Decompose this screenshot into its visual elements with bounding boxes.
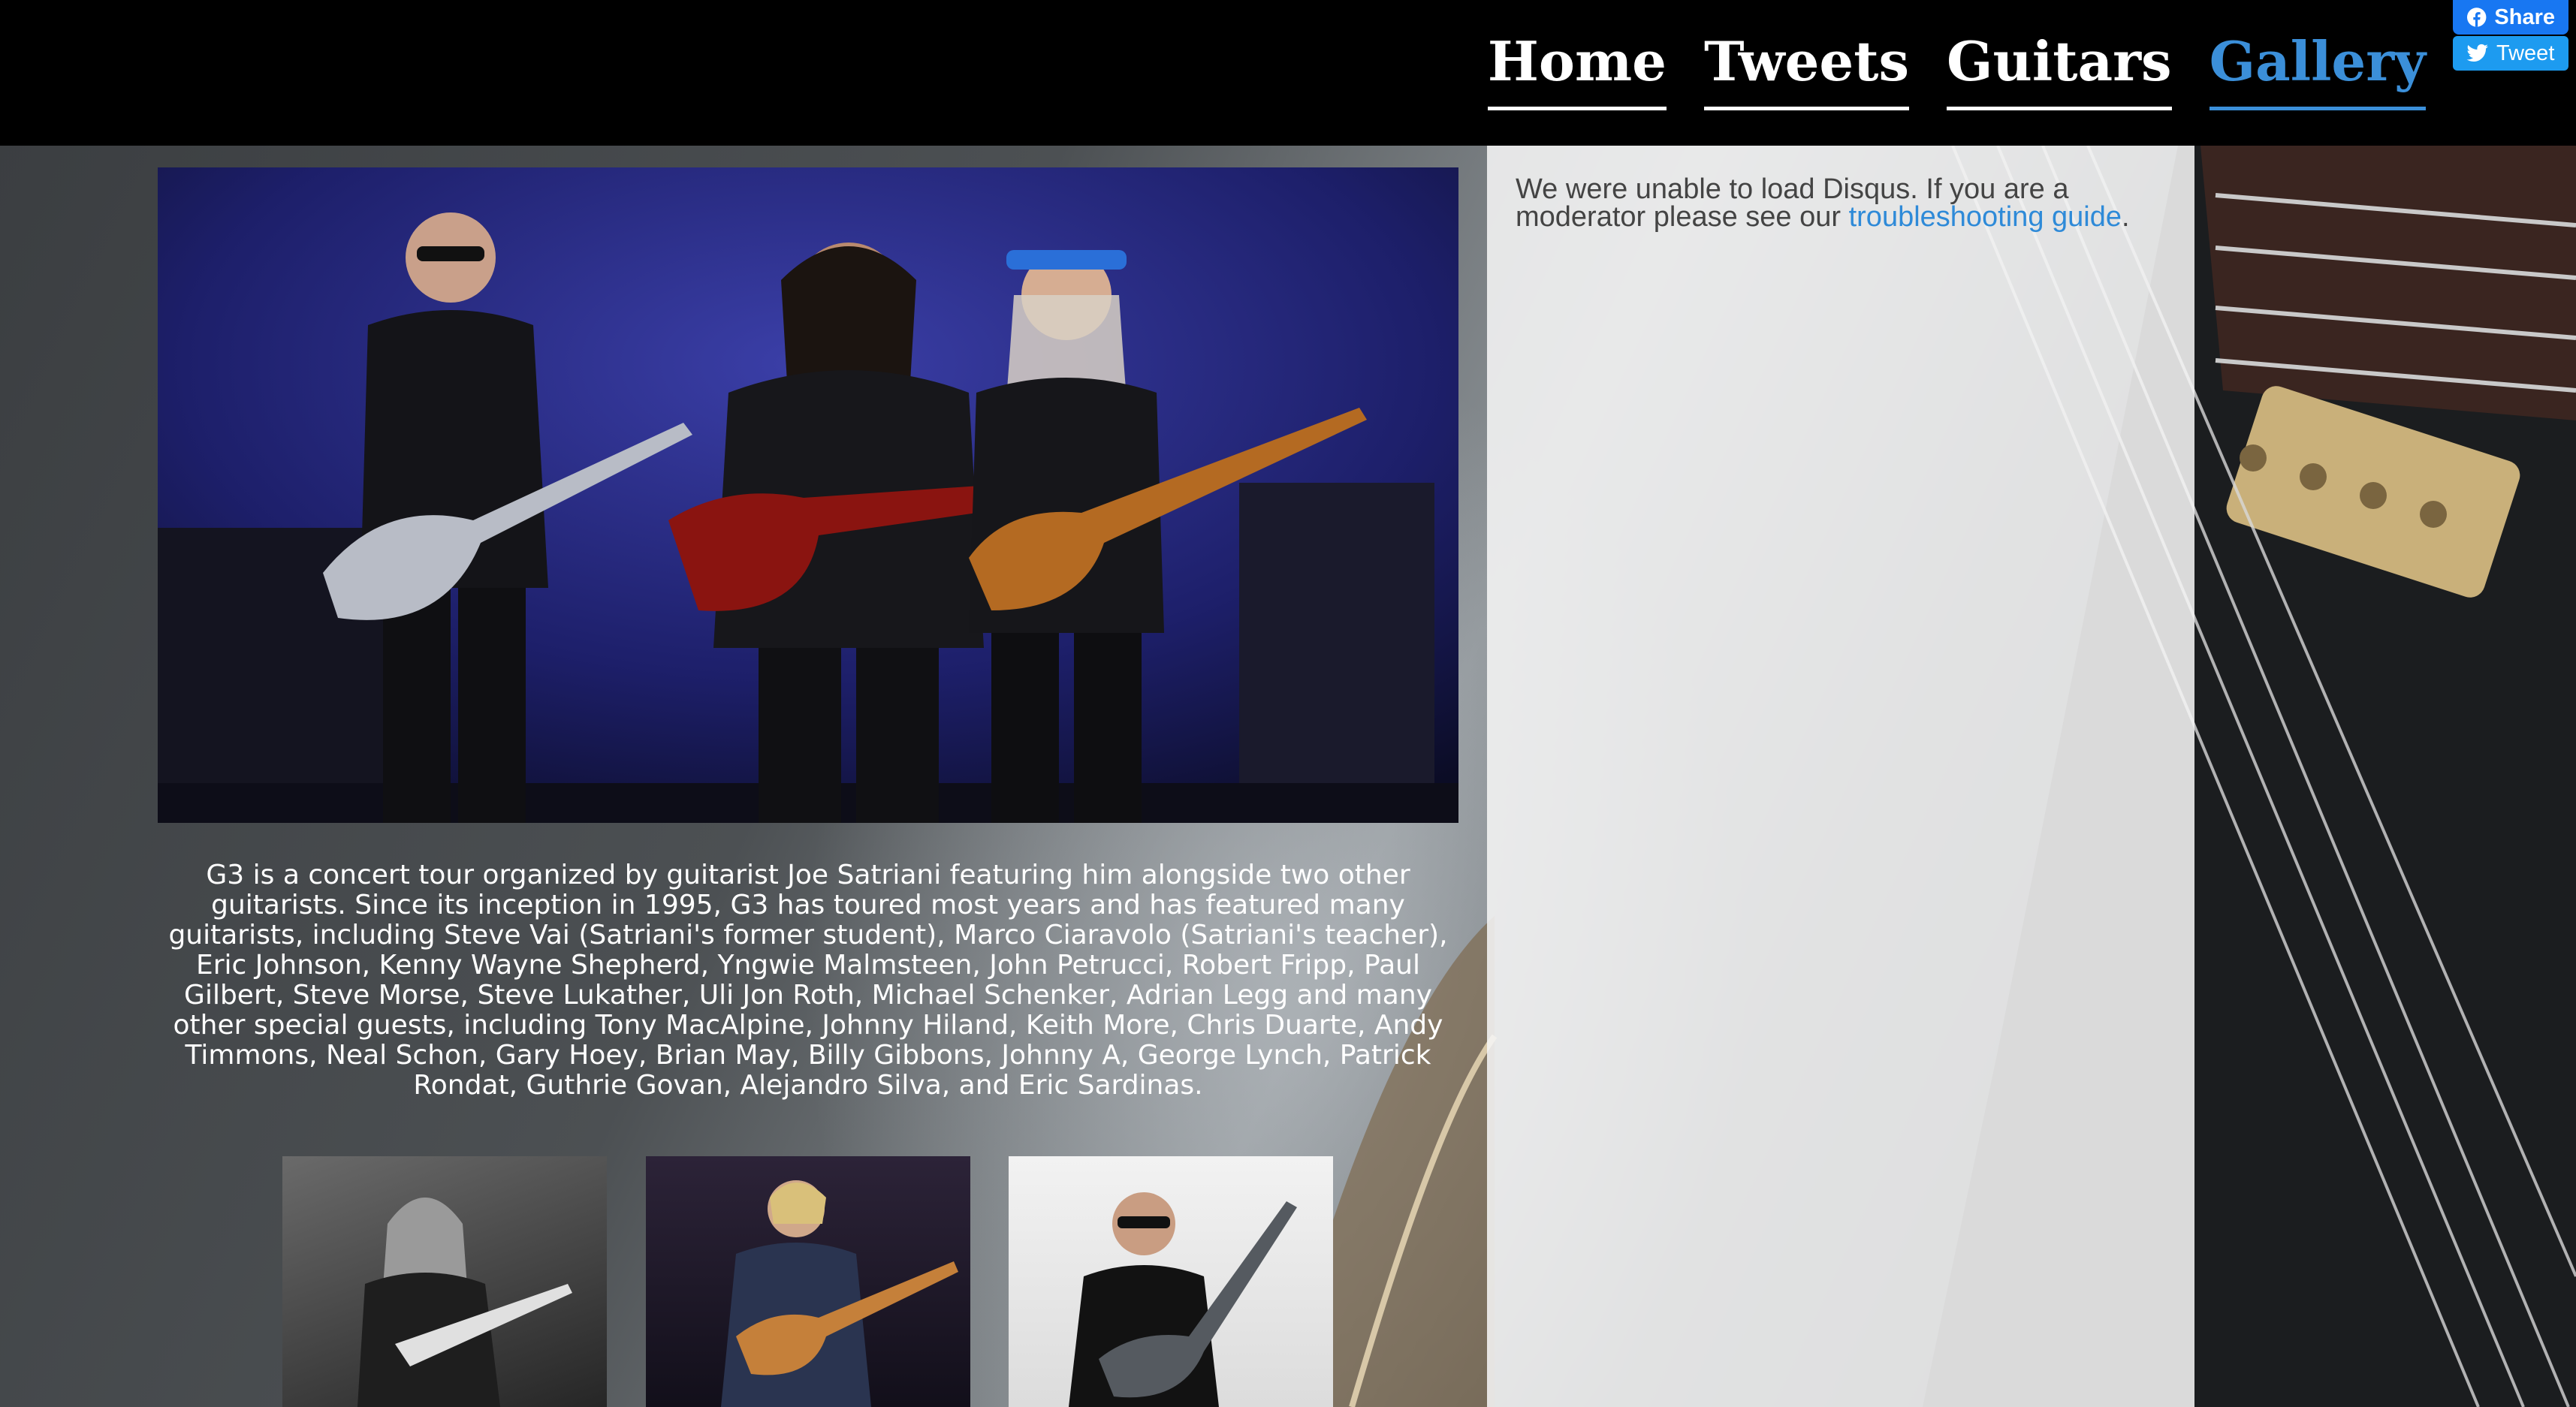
g3-concert-photo [158, 167, 1458, 823]
twitter-tweet-button[interactable]: Tweet [2453, 36, 2568, 71]
g3-description: G3 is a concert tour organized by guitar… [168, 860, 1448, 1101]
gallery-thumb-1[interactable] [282, 1156, 607, 1407]
facebook-icon [2466, 8, 2487, 27]
main-nav: Home Tweets Guitars Gallery [1487, 33, 2426, 110]
gallery-thumb-3[interactable] [1009, 1156, 1333, 1407]
facebook-share-button[interactable]: Share [2453, 0, 2568, 35]
disqus-error-message: We were unable to load Disqus. If you ar… [1516, 175, 2161, 233]
twitter-icon [2466, 44, 2488, 62]
disqus-comments-panel: We were unable to load Disqus. If you ar… [1487, 146, 2194, 1407]
concert-illustration [158, 167, 1458, 823]
disqus-message-end: . [2122, 201, 2130, 233]
share-label: Share [2494, 5, 2555, 29]
tweet-label: Tweet [2496, 41, 2555, 65]
nav-home[interactable]: Home [1487, 33, 1667, 110]
troubleshooting-guide-link[interactable]: troubleshooting guide [1849, 201, 2122, 233]
gallery-thumb-2[interactable] [646, 1156, 970, 1407]
nav-gallery[interactable]: Gallery [2209, 33, 2426, 110]
nav-guitars[interactable]: Guitars [1947, 33, 2172, 110]
guitarist-photo-bw [357, 1198, 572, 1407]
guitarist-photo-stratocaster [721, 1180, 958, 1407]
guitarist-photo-satriani [1069, 1192, 1297, 1407]
site-header: Home Tweets Guitars Gallery [0, 0, 2576, 146]
nav-tweets[interactable]: Tweets [1703, 33, 1909, 110]
